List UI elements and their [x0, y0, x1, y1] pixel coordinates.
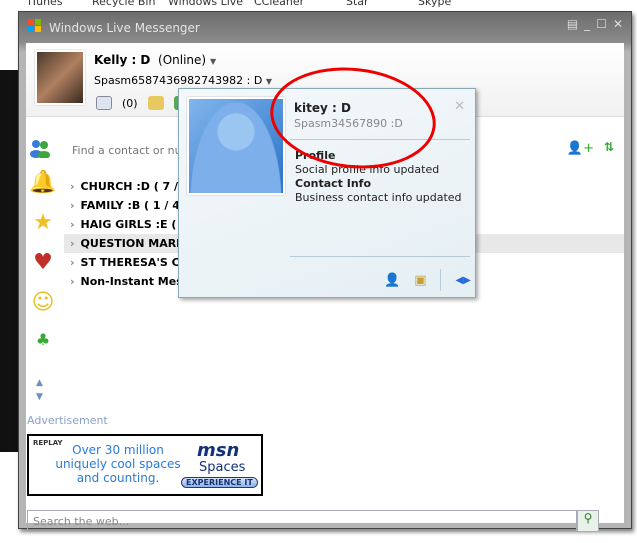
- personal-message-text: Spasm6587436982743982 : D: [94, 74, 263, 87]
- divider: [290, 256, 470, 257]
- window-title: Windows Live Messenger: [49, 21, 200, 35]
- section-text[interactable]: Business contact info updated: [295, 191, 462, 204]
- add-contact-icon[interactable]: 👤+: [567, 141, 594, 156]
- bell-icon[interactable]: 🔔: [28, 170, 58, 210]
- ad-text: and counting.: [76, 471, 160, 485]
- navigate-arrows-icon[interactable]: ◀▶: [455, 275, 470, 286]
- contacts-people-icon: [29, 138, 51, 159]
- shared-folder-icon[interactable]: [147, 96, 164, 110]
- chevron-right-icon: ›: [70, 218, 75, 231]
- chevron-right-icon: ›: [70, 256, 75, 269]
- web-search-input[interactable]: Search the web...: [27, 510, 577, 532]
- wink-emoticon-icon[interactable]: ☺: [28, 290, 58, 330]
- chevron-right-icon: ›: [70, 275, 75, 288]
- desktop-label[interactable]: iTunes: [28, 0, 63, 8]
- search-icon[interactable]: ⚲: [577, 510, 599, 532]
- chevron-right-icon: ›: [70, 180, 75, 193]
- experience-it-button[interactable]: EXPERIENCE IT: [181, 477, 258, 488]
- group-label: FAMILY :B ( 1 / 4 ): [80, 199, 189, 212]
- section-heading: Contact Info: [295, 177, 372, 190]
- close-button[interactable]: ✕: [613, 17, 623, 31]
- advertisement-label: Advertisement: [27, 414, 108, 427]
- title-bar[interactable]: Windows Live Messenger ▤ _ ☐ ✕: [19, 12, 631, 42]
- scroll-up-icon[interactable]: ▲: [36, 376, 43, 390]
- maximize-button[interactable]: ☐: [596, 17, 607, 31]
- desktop-icon-labels: iTunes Recycle Bin Windows Live CCleaner…: [0, 0, 637, 10]
- ad-text: Over 30 million: [72, 443, 164, 457]
- user-avatar[interactable]: [35, 50, 85, 105]
- free-game-icon[interactable]: ♣: [28, 330, 58, 370]
- mail-count: (0): [122, 96, 138, 110]
- desktop-label[interactable]: Windows Live: [168, 0, 243, 8]
- desktop-label[interactable]: Recycle Bin: [92, 0, 155, 8]
- windows-logo-icon: [28, 19, 41, 32]
- star-icon[interactable]: ★: [28, 210, 58, 250]
- ad-product: Spaces: [199, 460, 246, 475]
- ad-text: uniquely cool spaces: [55, 457, 181, 471]
- desktop-label[interactable]: CCleaner: [254, 0, 304, 8]
- msn-logo: msn: [197, 440, 240, 461]
- chevron-right-icon: ›: [70, 199, 75, 212]
- menu-icon[interactable]: ▤: [567, 17, 578, 31]
- heart-icon[interactable]: ♥: [28, 250, 58, 290]
- user-status: (Online): [158, 53, 207, 67]
- desktop-background: [0, 70, 20, 452]
- user-status-menu[interactable]: Kelly : D (Online) ▼: [94, 53, 216, 67]
- divider: [440, 269, 442, 291]
- sort-icon[interactable]: ⇅: [604, 140, 614, 154]
- chevron-down-icon: ▼: [209, 57, 217, 66]
- advertisement-banner[interactable]: REPLAY Over 30 million uniquely cool spac…: [27, 434, 263, 496]
- chevron-down-icon: ▼: [265, 77, 272, 86]
- desktop-label[interactable]: Skype: [418, 0, 451, 8]
- close-icon[interactable]: ✕: [454, 99, 465, 114]
- chevron-right-icon: ›: [70, 237, 75, 250]
- minimize-button[interactable]: _: [584, 17, 590, 31]
- shared-folder-icon[interactable]: ▣: [414, 273, 426, 288]
- desktop-label[interactable]: Star: [346, 0, 369, 8]
- send-message-icon[interactable]: 👤: [384, 273, 400, 288]
- scroll-down-icon[interactable]: ▼: [36, 390, 43, 404]
- mail-icon[interactable]: [96, 96, 112, 110]
- personal-message[interactable]: Spasm6587436982743982 : D ▼: [94, 74, 272, 87]
- user-name: Kelly : D: [94, 53, 151, 67]
